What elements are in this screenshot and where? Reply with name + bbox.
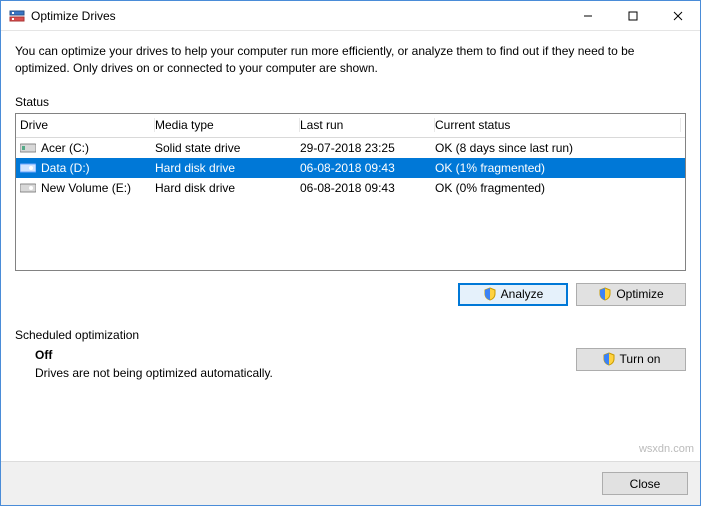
drive-name: New Volume (E:) xyxy=(41,181,131,195)
close-button-label: Close xyxy=(630,477,661,491)
minimize-button[interactable] xyxy=(565,1,610,30)
window-controls xyxy=(565,1,700,30)
drive-last: 06-08-2018 09:43 xyxy=(300,181,435,195)
drive-action-buttons: Analyze Optimize xyxy=(15,283,686,306)
drive-name: Data (D:) xyxy=(41,161,90,175)
close-button[interactable]: Close xyxy=(602,472,688,495)
drives-list[interactable]: Drive Media type Last run Current status… xyxy=(15,113,686,271)
watermark: wsxdn.com xyxy=(639,443,694,455)
ssd-drive-icon xyxy=(20,142,36,154)
analyze-button[interactable]: Analyze xyxy=(458,283,568,306)
optimize-drives-app-icon xyxy=(9,8,25,24)
turn-on-button-label: Turn on xyxy=(620,352,661,366)
drive-media: Solid state drive xyxy=(155,141,300,155)
status-label: Status xyxy=(15,95,686,109)
scheduled-optimization-label: Scheduled optimization xyxy=(15,328,686,342)
shield-icon xyxy=(483,287,497,301)
dialog-footer: Close xyxy=(1,461,700,505)
optimize-drives-window: Optimize Drives You can optimize your dr… xyxy=(0,0,701,506)
scheduled-state: Off xyxy=(35,348,576,362)
optimize-button-label: Optimize xyxy=(616,287,663,301)
drive-status: OK (1% fragmented) xyxy=(435,161,681,175)
content-area: You can optimize your drives to help you… xyxy=(1,31,700,461)
intro-text: You can optimize your drives to help you… xyxy=(15,43,686,77)
drive-status: OK (8 days since last run) xyxy=(435,141,681,155)
scheduled-optimization-section: Scheduled optimization Off Drives are no… xyxy=(15,328,686,380)
drive-media: Hard disk drive xyxy=(155,181,300,195)
analyze-button-label: Analyze xyxy=(501,287,544,301)
column-header-drive[interactable]: Drive xyxy=(20,118,155,132)
hdd-drive-icon xyxy=(20,162,36,174)
hdd-drive-icon xyxy=(20,182,36,194)
drive-last: 06-08-2018 09:43 xyxy=(300,161,435,175)
drive-media: Hard disk drive xyxy=(155,161,300,175)
drive-row[interactable]: Data (D:) Hard disk drive 06-08-2018 09:… xyxy=(16,158,685,178)
window-title: Optimize Drives xyxy=(31,9,565,23)
turn-on-button[interactable]: Turn on xyxy=(576,348,686,371)
column-header-media[interactable]: Media type xyxy=(155,118,300,132)
drive-name: Acer (C:) xyxy=(41,141,89,155)
drive-status: OK (0% fragmented) xyxy=(435,181,681,195)
drive-row[interactable]: Acer (C:) Solid state drive 29-07-2018 2… xyxy=(16,138,685,158)
drives-list-header: Drive Media type Last run Current status xyxy=(16,114,685,138)
shield-icon xyxy=(602,352,616,366)
drive-row[interactable]: New Volume (E:) Hard disk drive 06-08-20… xyxy=(16,178,685,198)
close-window-button[interactable] xyxy=(655,1,700,30)
column-header-last[interactable]: Last run xyxy=(300,118,435,132)
titlebar: Optimize Drives xyxy=(1,1,700,31)
optimize-button[interactable]: Optimize xyxy=(576,283,686,306)
drive-last: 29-07-2018 23:25 xyxy=(300,141,435,155)
column-header-status[interactable]: Current status xyxy=(435,118,681,132)
shield-icon xyxy=(598,287,612,301)
maximize-button[interactable] xyxy=(610,1,655,30)
scheduled-description: Drives are not being optimized automatic… xyxy=(35,366,576,380)
